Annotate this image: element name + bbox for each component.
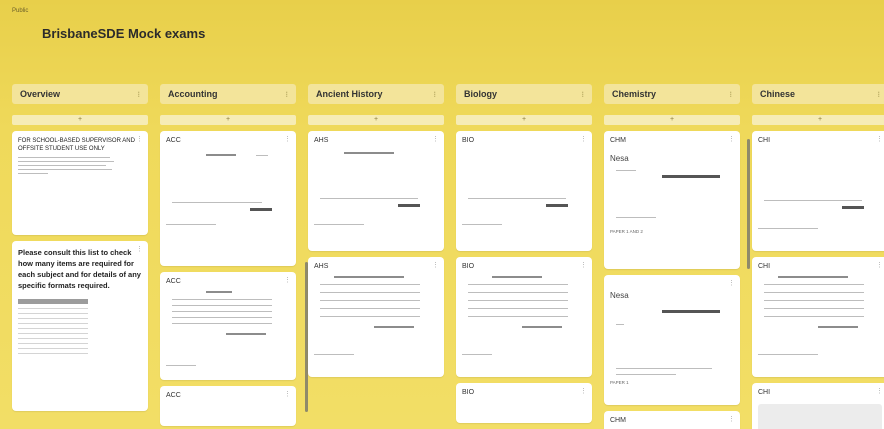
card-title: CHI: [758, 137, 771, 144]
card-title: CHI: [758, 263, 771, 270]
card-footer: PAPER 1: [610, 380, 629, 385]
card-title: BIO: [462, 389, 475, 396]
more-vertical-icon[interactable]: ⋮: [284, 276, 291, 284]
more-vertical-icon[interactable]: ⋮: [876, 387, 883, 395]
list-header[interactable]: Overview ⁝: [12, 84, 148, 104]
card-title: ACC: [166, 137, 181, 144]
card[interactable]: ⋮ ACC: [160, 386, 296, 426]
more-vertical-icon[interactable]: ⋮: [580, 261, 587, 269]
nesa-logo: Nesa: [610, 154, 629, 163]
app-title: Public: [12, 8, 29, 14]
more-vertical-icon[interactable]: ⋮: [136, 245, 143, 253]
exam-thumbnail: [758, 274, 882, 355]
list-header[interactable]: Chemistry ⁝: [604, 84, 740, 104]
add-card-button[interactable]: +: [456, 115, 592, 125]
more-vertical-icon[interactable]: ⋮: [728, 415, 735, 423]
card[interactable]: ⋮ CHI: [752, 257, 884, 377]
add-card-button[interactable]: +: [308, 115, 444, 125]
add-card-button[interactable]: +: [12, 115, 148, 125]
add-card-button[interactable]: +: [752, 115, 884, 125]
card[interactable]: ⋮ ACC: [160, 272, 296, 380]
list-title[interactable]: Accounting: [168, 89, 218, 99]
top-bar: Public: [0, 0, 884, 18]
more-vertical-icon[interactable]: ⋮: [728, 135, 735, 143]
card-footer: PAPER 1 AND 2: [610, 229, 643, 234]
more-icon[interactable]: ⁝: [137, 90, 140, 99]
card[interactable]: ⋮ CHI: [752, 131, 884, 251]
list-title[interactable]: Chemistry: [612, 89, 656, 99]
more-vertical-icon[interactable]: ⋮: [432, 135, 439, 143]
list-title[interactable]: Overview: [20, 89, 60, 99]
card-title: BIO: [462, 137, 475, 144]
more-vertical-icon[interactable]: ⋮: [284, 390, 291, 398]
card[interactable]: ⋮ CHM: [604, 411, 740, 429]
list-overview: Overview ⁝ + ⋮ FOR SCHOOL-BASED SUPERVIS…: [12, 84, 148, 429]
exam-thumbnail: [314, 274, 438, 355]
list-header[interactable]: Biology ⁝: [456, 84, 592, 104]
more-icon[interactable]: ⁝: [433, 90, 436, 99]
more-icon[interactable]: ⁝: [877, 90, 880, 99]
card-title: CHI: [758, 389, 771, 396]
card[interactable]: ⋮ BIO: [456, 131, 592, 251]
card[interactable]: ⋮ CHM Nesa PAPER 1 AND 2: [604, 131, 740, 269]
more-icon[interactable]: ⁝: [729, 90, 732, 99]
card-title: Please consult this list to check how ma…: [18, 248, 141, 290]
scrollbar[interactable]: [747, 139, 750, 269]
card[interactable]: ⋮ BIO: [456, 383, 592, 423]
board-header: BrisbaneSDE Mock exams: [42, 20, 205, 44]
card-image: [758, 404, 882, 429]
exam-thumbnail: [314, 148, 438, 228]
list-title[interactable]: Ancient History: [316, 89, 383, 99]
exam-thumbnail: [462, 148, 586, 228]
board-title[interactable]: BrisbaneSDE Mock exams: [42, 26, 205, 41]
exam-thumbnail: [610, 167, 734, 227]
exam-thumbnail: [610, 304, 734, 378]
list-biology: Biology ⁝ + ⋮ BIO ⋮ BIO ⋮ BIO: [456, 84, 592, 429]
card[interactable]: ⋮ AHS: [308, 257, 444, 377]
list-title[interactable]: Chinese: [760, 89, 795, 99]
card[interactable]: ⋮ Nesa PAPER 1: [604, 275, 740, 405]
card[interactable]: ⋮ Please consult this list to check how …: [12, 241, 148, 411]
card-title: AHS: [314, 137, 329, 144]
exam-thumbnail: [166, 289, 290, 369]
card[interactable]: ⋮ FOR SCHOOL-BASED SUPERVISOR AND OFFSIT…: [12, 131, 148, 235]
exam-thumbnail: [758, 148, 882, 229]
lists-container: Overview ⁝ + ⋮ FOR SCHOOL-BASED SUPERVIS…: [12, 84, 884, 429]
card[interactable]: ⋮ CHI: [752, 383, 884, 429]
exam-thumbnail: [166, 148, 290, 228]
more-icon[interactable]: ⁝: [581, 90, 584, 99]
card[interactable]: ⋮ ACC: [160, 131, 296, 266]
list-ancient-history: Ancient History ⁝ + ⋮ AHS ⋮ AHS: [308, 84, 444, 429]
more-vertical-icon[interactable]: ⋮: [284, 135, 291, 143]
more-vertical-icon[interactable]: ⋮: [432, 261, 439, 269]
table-thumbnail: [18, 299, 88, 361]
more-vertical-icon[interactable]: ⋮: [580, 135, 587, 143]
more-vertical-icon[interactable]: ⋮: [876, 135, 883, 143]
card-title: BIO: [462, 263, 475, 270]
card-title: CHM: [610, 137, 626, 144]
list-accounting: Accounting ⁝ + ⋮ ACC ⋮ ACC ⋮ ACC: [160, 84, 308, 429]
list-chemistry: Chemistry ⁝ + ⋮ CHM Nesa PAPER 1 AND 2 ⋮…: [604, 84, 750, 429]
list-title[interactable]: Biology: [464, 89, 497, 99]
card[interactable]: ⋮ AHS: [308, 131, 444, 251]
exam-thumbnail: [462, 274, 586, 355]
add-card-button[interactable]: +: [604, 115, 740, 125]
more-vertical-icon[interactable]: ⋮: [728, 279, 735, 287]
more-icon[interactable]: ⁝: [285, 90, 288, 99]
card-title: ACC: [166, 392, 181, 399]
card[interactable]: ⋮ BIO: [456, 257, 592, 377]
more-vertical-icon[interactable]: ⋮: [580, 387, 587, 395]
add-card-button[interactable]: +: [160, 115, 296, 125]
nesa-logo: Nesa: [610, 291, 629, 300]
list-chinese: Chinese ⁝ + ⋮ CHI ⋮ CHI ⋮ CHI: [752, 84, 884, 429]
more-vertical-icon[interactable]: ⋮: [136, 135, 143, 143]
list-header[interactable]: Ancient History ⁝: [308, 84, 444, 104]
card-title: CHM: [610, 417, 626, 424]
list-header[interactable]: Accounting ⁝: [160, 84, 296, 104]
card-title: AHS: [314, 263, 329, 270]
list-header[interactable]: Chinese ⁝: [752, 84, 884, 104]
card-title: FOR SCHOOL-BASED SUPERVISOR AND OFFSITE …: [18, 138, 135, 152]
more-vertical-icon[interactable]: ⋮: [876, 261, 883, 269]
card-title: ACC: [166, 278, 181, 285]
